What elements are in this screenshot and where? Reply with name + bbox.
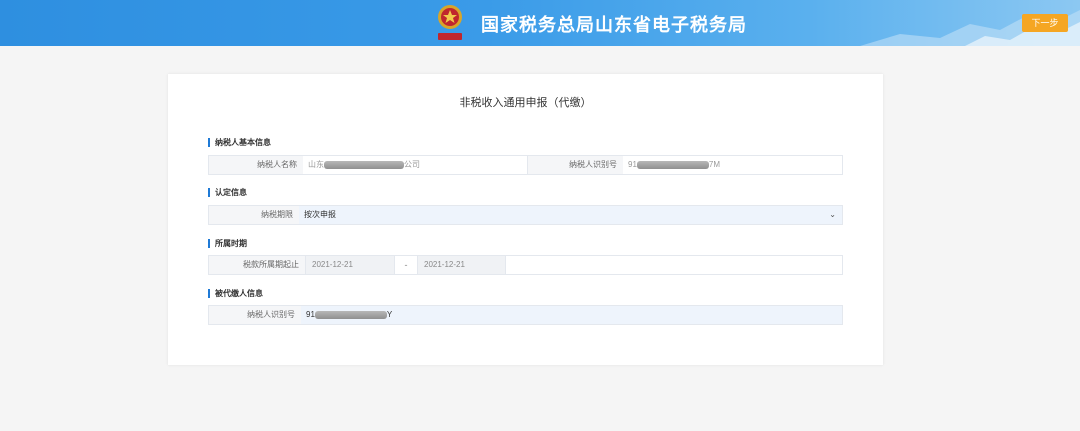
tax-emblem-icon xyxy=(438,5,462,40)
taxpayer-name-value: 山东 公司 xyxy=(303,156,527,174)
taxpayer-id-value: 91 7M xyxy=(623,156,842,174)
taxpayer-id-suffix: 7M xyxy=(708,160,721,169)
period-start-input[interactable]: 2021-12-21 xyxy=(305,256,395,274)
tax-period-range-label: 税款所属期起止 xyxy=(209,256,305,274)
form-title: 非税收入通用申报（代缴） xyxy=(459,97,592,109)
taxpayer-id-prefix: 91 xyxy=(628,160,637,169)
site-title: 国家税务总局山东省电子税务局 xyxy=(481,15,747,35)
taxpayer-name-suffix: 公司 xyxy=(404,160,420,169)
period-row: 税款所属期起止 2021-12-21 - 2021-12-21 xyxy=(208,255,843,275)
taxpayer-name-label: 纳税人名称 xyxy=(209,156,303,174)
redacted-mask xyxy=(636,160,709,169)
date-range-separator: - xyxy=(404,260,408,270)
next-step-button[interactable]: 下一步 xyxy=(1022,14,1068,32)
taxpayer-name-prefix: 山东 xyxy=(308,160,324,169)
tax-period-value: 按次申报 xyxy=(304,210,336,219)
top-banner: 国家税务总局山东省电子税务局 下一步 xyxy=(0,0,1080,46)
tax-period-label: 纳税期限 xyxy=(209,206,299,224)
tax-period-select[interactable]: 按次申报 ⌄ xyxy=(299,206,842,224)
basic-info-row: 纳税人名称 山东 公司 纳税人识别号 91 7M xyxy=(208,155,843,175)
period-end-input[interactable]: 2021-12-21 xyxy=(417,256,506,274)
section-heading-basic-info: 纳税人基本信息 xyxy=(208,138,271,147)
form-card: 非税收入通用申报（代缴） 纳税人基本信息 纳税人名称 山东 公司 纳税人识别号 9… xyxy=(168,74,883,365)
payee-row: 纳税人识别号 91 Y xyxy=(208,305,843,325)
determination-row: 纳税期限 按次申报 ⌄ xyxy=(208,205,843,225)
chevron-down-icon[interactable]: ⌄ xyxy=(829,206,836,224)
payee-id-input[interactable]: 91 Y xyxy=(301,306,842,324)
payee-id-suffix: Y xyxy=(386,310,393,319)
payee-id-label: 纳税人识别号 xyxy=(209,306,301,324)
redacted-mask xyxy=(324,160,404,169)
taxpayer-id-label: 纳税人识别号 xyxy=(527,156,623,174)
section-heading-determination: 认定信息 xyxy=(208,188,247,197)
section-heading-payee: 被代缴人信息 xyxy=(208,289,263,298)
redacted-mask xyxy=(314,310,387,319)
payee-id-prefix: 91 xyxy=(306,310,315,319)
section-heading-period: 所属时期 xyxy=(208,239,247,248)
